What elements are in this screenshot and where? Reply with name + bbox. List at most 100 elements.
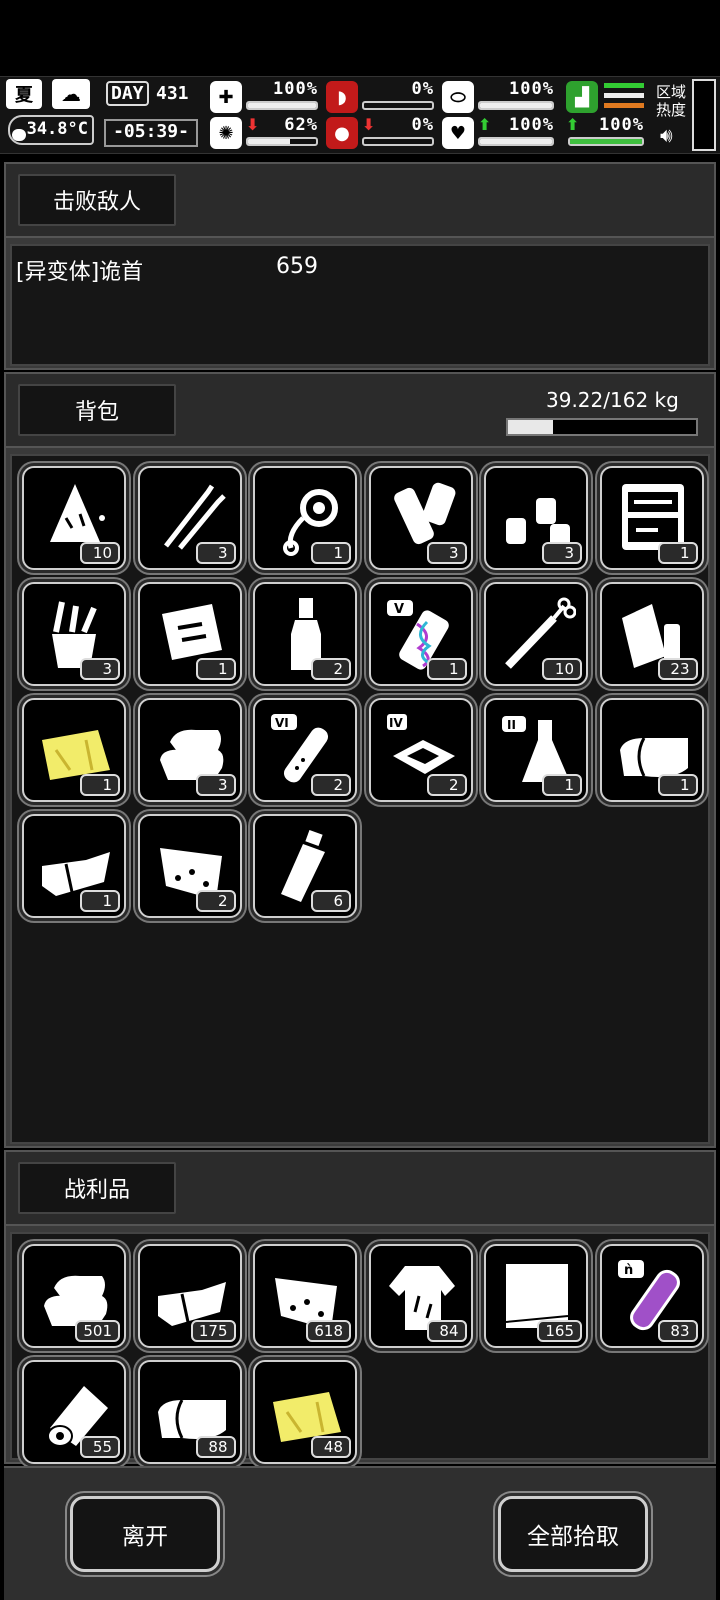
backpack-item-slot[interactable]: 1 — [22, 698, 126, 802]
svg-text:II: II — [507, 718, 516, 732]
backpack-item-slot[interactable]: 6 — [253, 814, 357, 918]
backpack-item-slot[interactable]: 3 — [137, 698, 242, 802]
enemy-value: 659 — [276, 254, 318, 279]
item-count: 23 — [657, 658, 698, 680]
backpack-item-slot[interactable]: 10 — [484, 582, 588, 686]
backpack-item-slot[interactable]: 1 — [599, 466, 704, 570]
item-count: 1 — [657, 542, 698, 564]
bleeding-value: 0% — [411, 115, 434, 135]
backpack-item-slot[interactable]: 2 — [137, 814, 242, 918]
item-count: 3 — [542, 542, 582, 564]
hunger-bar — [362, 101, 434, 110]
season-icon: 夏 — [6, 79, 42, 109]
item-count: 1 — [195, 658, 236, 680]
leave-button[interactable]: 离开 — [70, 1496, 220, 1572]
backpack-item-slot[interactable]: 1 — [599, 698, 704, 802]
stamina-lines-icon — [604, 83, 644, 111]
backpack-item-slot[interactable]: VI 2 — [253, 698, 357, 802]
loot-item-slot[interactable]: 84 — [368, 1244, 473, 1348]
heart-icon: ♥ — [442, 117, 474, 149]
temperature-readout: 34.8°C — [8, 115, 94, 145]
item-count: 2 — [311, 774, 351, 796]
footer: 离开 全部拾取 — [4, 1466, 716, 1600]
backpack-item-slot[interactable]: II 1 — [484, 698, 588, 802]
item-count: 1 — [426, 658, 467, 680]
svg-text:IV: IV — [389, 716, 403, 730]
boot-icon: ▟ — [566, 81, 598, 113]
item-count: 84 — [426, 1320, 467, 1342]
hunger-value: 0% — [411, 79, 434, 99]
item-count: 1 — [542, 774, 582, 796]
backpack-panel: 背包 39.22/162 kg 10 3 1 3 3 1 3 1 2 V 1 10 23 1 3 VI 2 IV 2… — [4, 372, 716, 1148]
sanity-value: 62% — [284, 115, 318, 135]
item-count: 175 — [190, 1320, 236, 1342]
svg-text:ǹ: ǹ — [624, 1263, 633, 1278]
item-count: 501 — [75, 1320, 120, 1342]
up-arrow-icon: ⬆ — [478, 115, 492, 134]
health-value: 100% — [273, 79, 318, 99]
loot-item-slot[interactable]: 175 — [137, 1244, 242, 1348]
item-count: 1 — [80, 774, 120, 796]
loot-panel: 战利品 501 175 618 84 165 ǹ 83 55 88 48 — [4, 1150, 716, 1464]
down-arrow-icon: ⬇ — [362, 115, 376, 134]
backpack-item-slot[interactable]: 23 — [599, 582, 704, 686]
item-count: 3 — [426, 542, 467, 564]
item-count: 2 — [311, 658, 351, 680]
loot-item-slot[interactable]: 618 — [253, 1244, 357, 1348]
speaker-icon[interactable]: 🔊︎ — [660, 123, 673, 147]
backpack-item-slot[interactable]: 2 — [253, 582, 357, 686]
backpack-item-slot[interactable]: 3 — [368, 466, 473, 570]
defeated-panel: 击败敌人 [异变体]诡首 659 — [4, 162, 716, 370]
item-count: 10 — [80, 542, 120, 564]
item-count: 2 — [426, 774, 467, 796]
medkit-icon: ✚ — [210, 81, 242, 113]
backpack-item-slot[interactable]: V1 — [368, 582, 473, 686]
item-count: 1 — [80, 890, 120, 912]
backpack-item-slot[interactable]: IV 2 — [368, 698, 473, 802]
backpack-item-slot[interactable]: 3 — [137, 466, 242, 570]
temperature-value: 34.8°C — [26, 119, 88, 139]
loot-item-slot[interactable]: 165 — [484, 1244, 588, 1348]
loot-item-slot[interactable]: 88 — [137, 1360, 242, 1464]
take-all-button[interactable]: 全部拾取 — [498, 1496, 648, 1572]
tab-loot[interactable]: 战利品 — [18, 1162, 176, 1214]
loot-item-slot[interactable]: 48 — [253, 1360, 357, 1464]
loot-item-slot[interactable]: 501 — [22, 1244, 126, 1348]
medicine-bar — [478, 101, 554, 110]
item-count: 88 — [195, 1436, 236, 1458]
item-count: 48 — [311, 1436, 351, 1458]
item-count: 165 — [537, 1320, 582, 1342]
day-value: 431 — [156, 83, 189, 104]
item-count: 618 — [306, 1320, 351, 1342]
backpack-item-slot[interactable]: 10 — [22, 466, 126, 570]
up-arrow-icon: ⬆ — [566, 115, 580, 134]
svg-text:VI: VI — [275, 716, 289, 730]
bleeding-bar — [362, 137, 434, 146]
backpack-item-slot[interactable]: 3 — [22, 582, 126, 686]
zone-heat-meter — [692, 79, 716, 151]
backpack-grid: 10 3 1 3 3 1 3 1 2 V 1 10 23 1 3 VI 2 IV 2 II 1 1 1 2 6 — [10, 454, 710, 1144]
health-bar — [246, 101, 318, 110]
thermometer-icon — [12, 129, 26, 141]
item-count: 6 — [311, 890, 351, 912]
svg-text:V: V — [394, 602, 404, 617]
defeated-header: 击败敌人 — [6, 164, 714, 238]
item-count: 1 — [657, 774, 698, 796]
item-count: 55 — [80, 1436, 120, 1458]
backpack-item-slot[interactable]: 1 — [137, 582, 242, 686]
day-clock-panel: DAY 431 -05:39- — [104, 79, 200, 149]
loot-item-slot[interactable]: ǹ 83 — [599, 1244, 704, 1348]
season-label: 夏 — [15, 85, 33, 106]
brain-icon: ✺ — [210, 117, 242, 149]
stomach-icon: ◗ — [326, 81, 358, 113]
loot-item-slot[interactable]: 55 — [22, 1360, 126, 1464]
backpack-item-slot[interactable]: 3 — [484, 466, 588, 570]
tab-defeated-enemy[interactable]: 击败敌人 — [18, 174, 176, 226]
loot-grid: 501 175 618 84 165 ǹ 83 55 88 48 — [10, 1232, 710, 1464]
backpack-item-slot[interactable]: 1 — [22, 814, 126, 918]
backpack-item-slot[interactable]: 1 — [253, 466, 357, 570]
loot-header: 战利品 — [6, 1152, 714, 1226]
blood-drop-icon: ● — [326, 117, 358, 149]
item-count: 1 — [311, 542, 351, 564]
tab-backpack[interactable]: 背包 — [18, 384, 176, 436]
